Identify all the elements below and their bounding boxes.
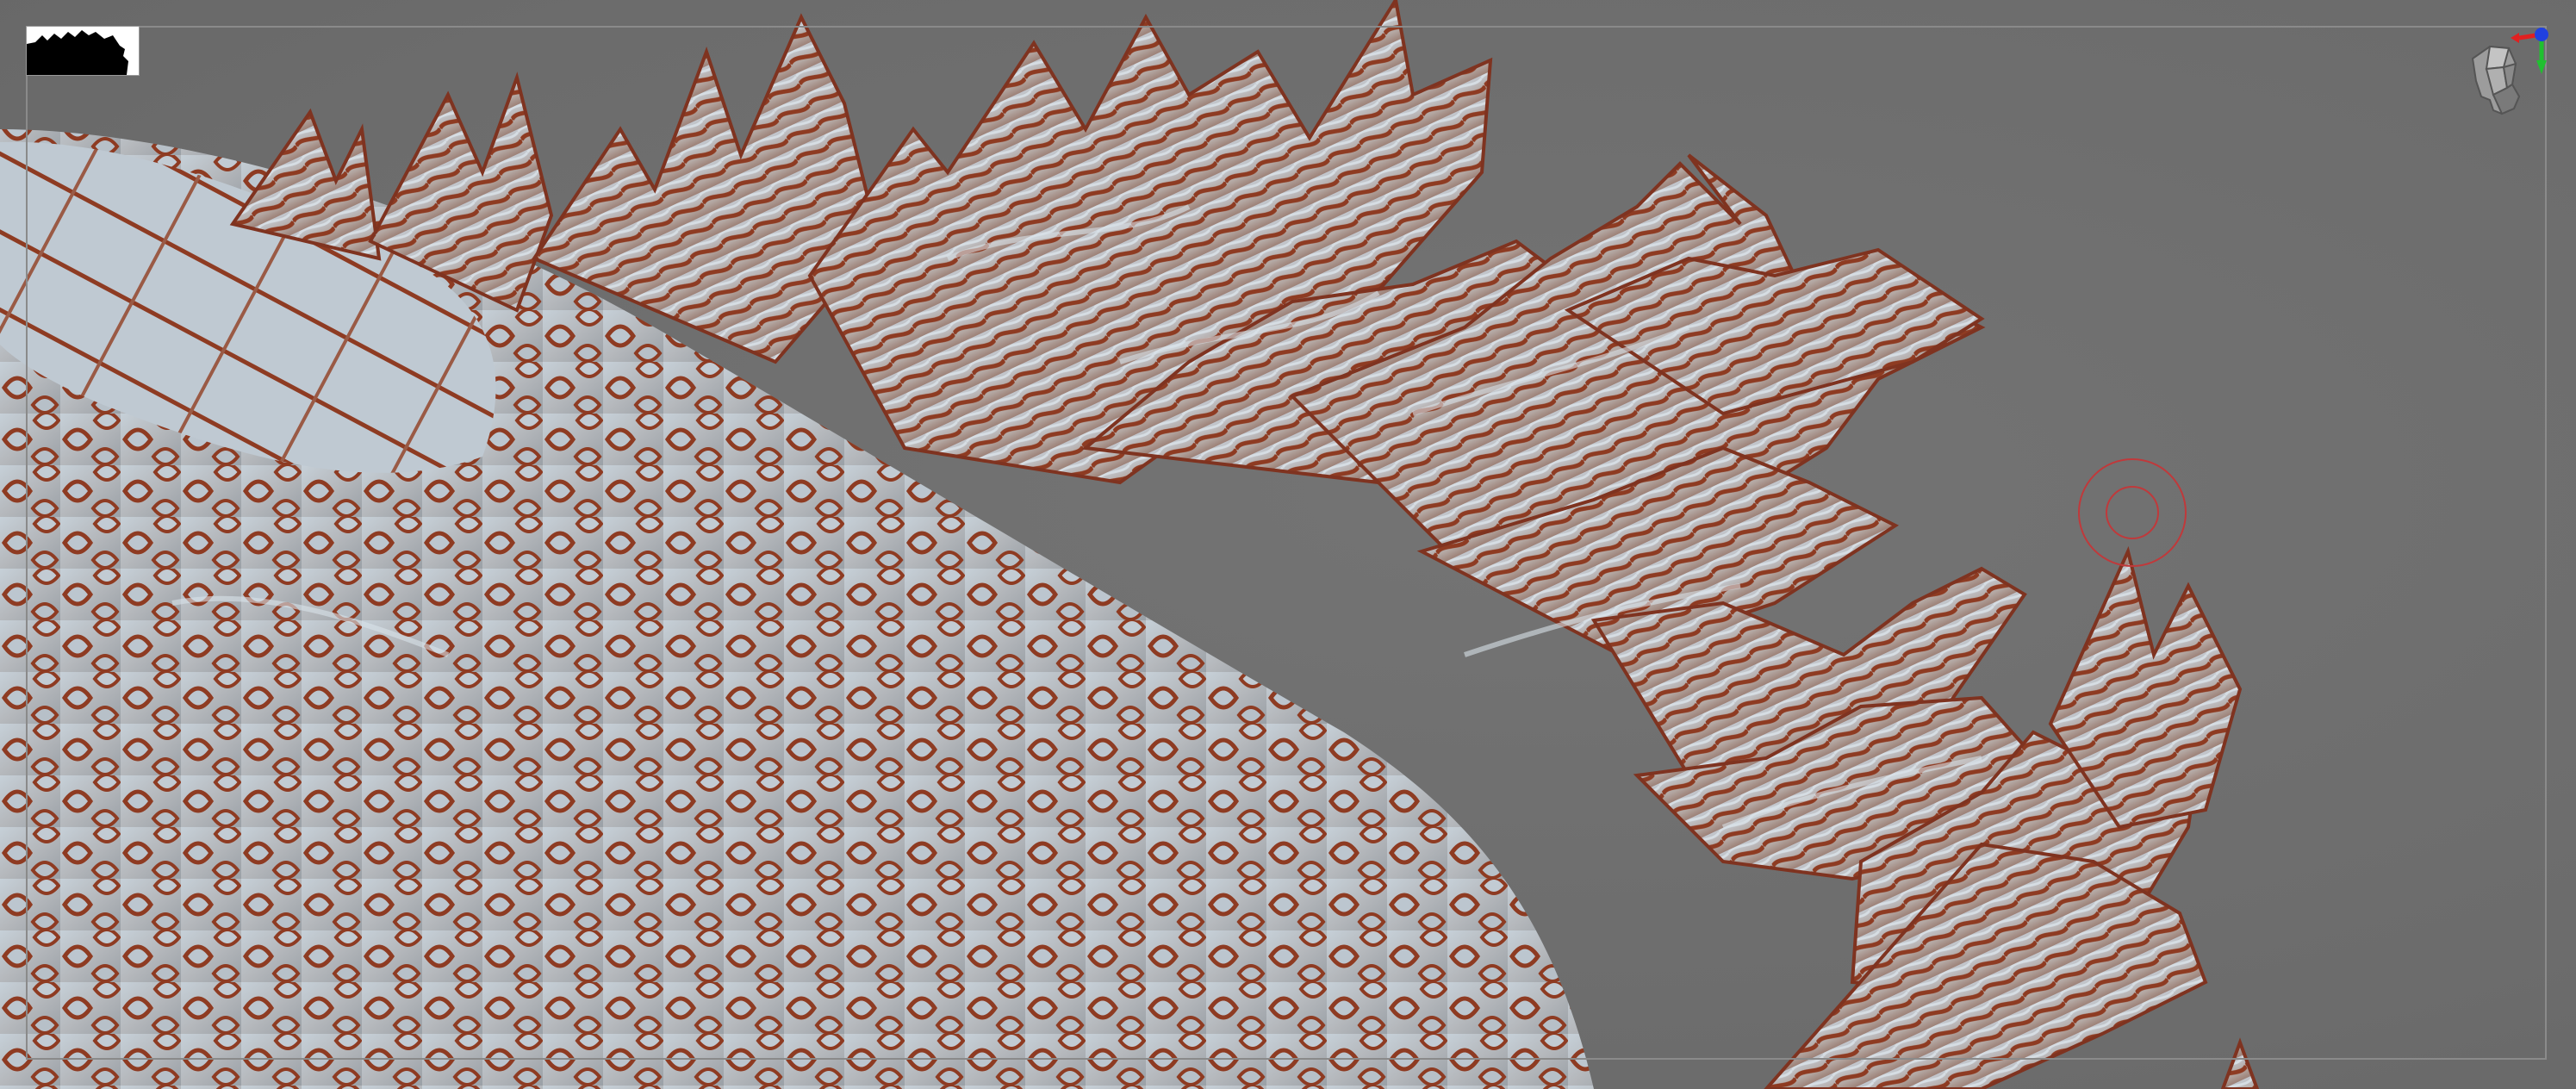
canvas-viewport[interactable] xyxy=(0,0,2576,1089)
head-orientation-gizmo-icon[interactable] xyxy=(2455,24,2550,145)
sculpted-model[interactable] xyxy=(0,0,2576,1089)
navigator-thumbnail[interactable] xyxy=(26,26,140,76)
model-silhouette-thumbnail-icon xyxy=(27,30,128,75)
brush-cursor-circle-icon xyxy=(2078,458,2187,567)
